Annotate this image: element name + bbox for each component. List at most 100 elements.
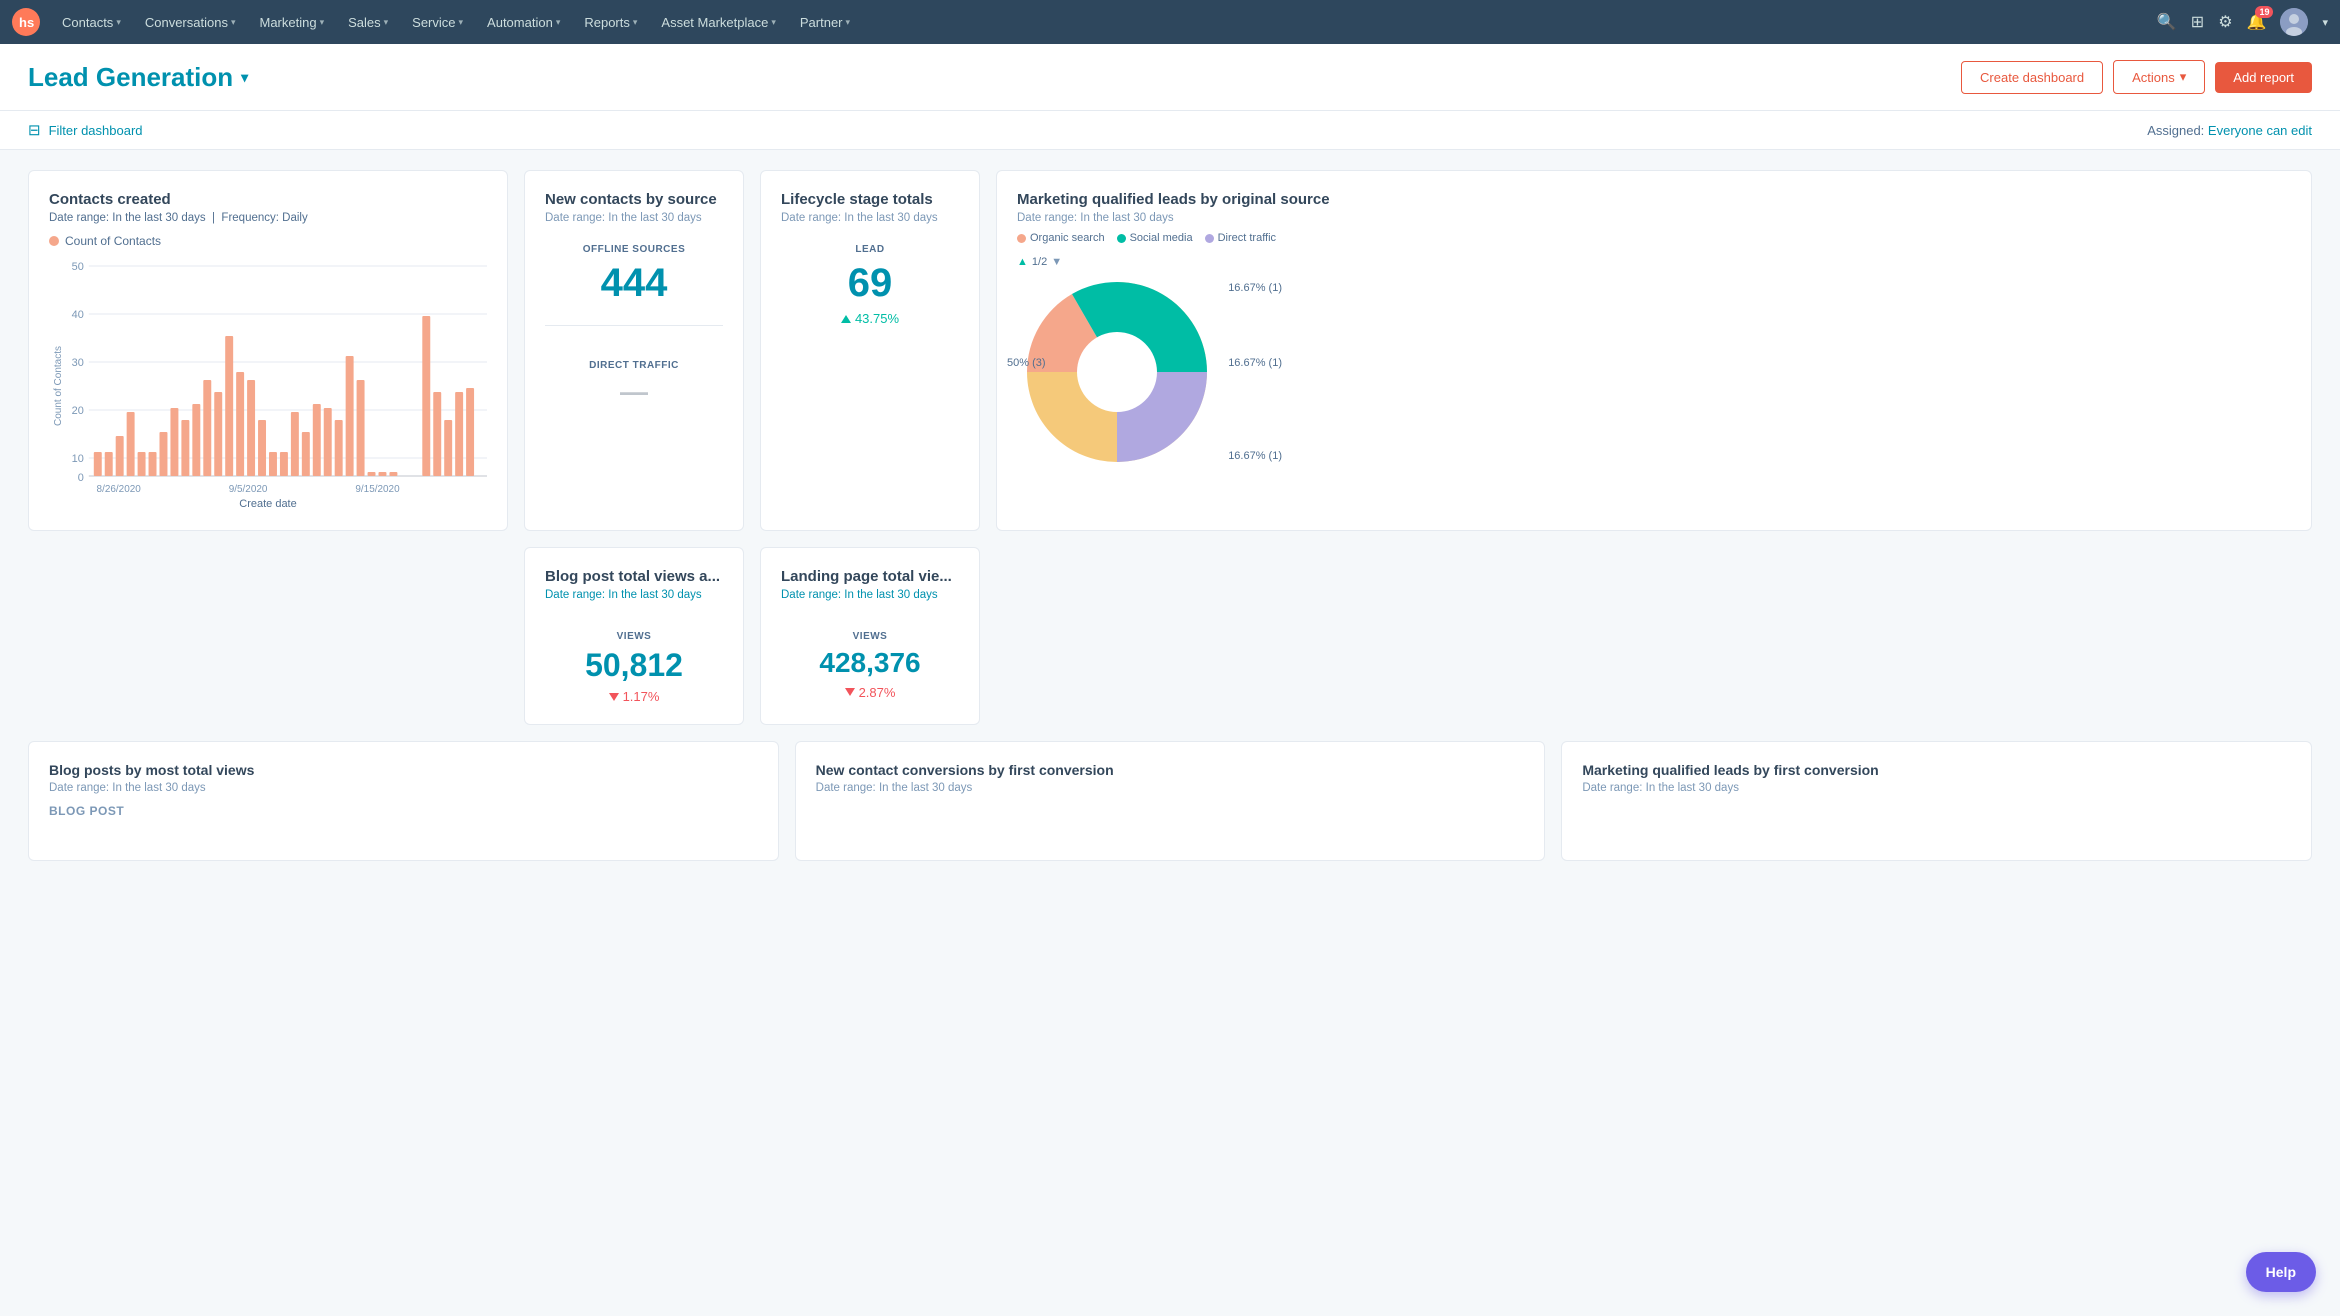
svg-text:hs: hs xyxy=(19,15,34,30)
svg-text:40: 40 xyxy=(72,309,84,321)
contacts-created-subtitle: Date range: In the last 30 days | Freque… xyxy=(49,212,487,224)
nav-item-conversations[interactable]: Conversations ▾ xyxy=(135,11,246,34)
pie-label-top-right: 16.67% (1) xyxy=(1228,282,1282,294)
landing-views-change: 2.87% xyxy=(781,685,959,700)
svg-text:20: 20 xyxy=(72,405,84,417)
mql-original-source-card: Marketing qualified leads by original so… xyxy=(996,170,2312,531)
lifecycle-subtitle: Date range: In the last 30 days xyxy=(781,212,959,224)
lead-value: 69 xyxy=(781,261,959,305)
sales-caret-icon: ▾ xyxy=(384,17,389,28)
nav-item-marketing[interactable]: Marketing ▾ xyxy=(249,11,334,34)
mql-title: Marketing qualified leads by original so… xyxy=(1017,191,2291,208)
assigned-value[interactable]: Everyone can edit xyxy=(2208,123,2312,138)
bottom-conversions-card: New contact conversions by first convers… xyxy=(795,741,1546,861)
page-header: Lead Generation ▾ Create dashboard Actio… xyxy=(0,44,2340,111)
blog-views-value: 50,812 xyxy=(545,648,723,683)
assigned-section: Assigned: Everyone can edit xyxy=(2147,123,2312,138)
search-icon[interactable]: 🔍 xyxy=(2157,12,2177,32)
page-indicator: 1/2 xyxy=(1032,256,1047,268)
landing-page-title: Landing page total vie... xyxy=(781,568,959,585)
actions-button[interactable]: Actions ▾ xyxy=(2113,60,2205,94)
conversations-caret-icon: ▾ xyxy=(231,17,236,28)
contacts-created-card: Contacts created Date range: In the last… xyxy=(28,170,508,531)
svg-text:30: 30 xyxy=(72,357,84,369)
contacts-caret-icon: ▾ xyxy=(116,17,121,28)
title-dropdown-icon: ▾ xyxy=(241,69,248,86)
nav-item-service[interactable]: Service ▾ xyxy=(402,11,473,34)
svg-text:9/15/2020: 9/15/2020 xyxy=(355,484,400,495)
legend-direct-traffic: Direct traffic xyxy=(1205,232,1276,244)
blog-post-title: Blog post total views a... xyxy=(545,568,723,585)
reports-caret-icon: ▾ xyxy=(633,17,638,28)
settings-icon[interactable]: ⚙ xyxy=(2218,12,2232,32)
legend-organic-search: Organic search xyxy=(1017,232,1105,244)
lead-change: 43.75% xyxy=(781,311,959,326)
triangle-down-blog-icon xyxy=(609,693,619,701)
nav-item-asset-marketplace[interactable]: Asset Marketplace ▾ xyxy=(651,11,785,34)
offline-sources-label: OFFLINE SOURCES xyxy=(545,244,723,255)
offline-sources-value: 444 xyxy=(545,261,723,305)
legend-dot-contacts xyxy=(49,236,59,246)
svg-text:50: 50 xyxy=(72,261,84,273)
service-caret-icon: ▾ xyxy=(459,17,464,28)
new-contacts-title: New contacts by source xyxy=(545,191,723,208)
legend-social-media: Social media xyxy=(1117,232,1193,244)
lifecycle-title: Lifecycle stage totals xyxy=(781,191,959,208)
create-dashboard-button[interactable]: Create dashboard xyxy=(1961,61,2103,94)
dashboard-grid: Contacts created Date range: In the last… xyxy=(0,150,2340,881)
blog-views-change: 1.17% xyxy=(545,689,723,704)
notifications-icon[interactable]: 🔔 19 xyxy=(2247,12,2267,32)
landing-page-subtitle: Date range: In the last 30 days xyxy=(781,589,959,601)
user-avatar[interactable] xyxy=(2280,8,2308,36)
actions-caret-icon: ▾ xyxy=(2180,69,2187,85)
lead-label: LEAD xyxy=(781,244,959,255)
notification-badge: 19 xyxy=(2255,6,2273,18)
nav-item-automation[interactable]: Automation ▾ xyxy=(477,11,570,34)
user-menu-caret-icon[interactable]: ▾ xyxy=(2322,16,2328,29)
pie-label-bottom-right: 16.67% (1) xyxy=(1228,450,1282,462)
svg-text:0: 0 xyxy=(78,472,84,484)
bottom-blog-posts-card: Blog posts by most total views Date rang… xyxy=(28,741,779,861)
pie-label-right: 16.67% (1) xyxy=(1228,357,1282,369)
page-title[interactable]: Lead Generation ▾ xyxy=(28,62,248,93)
bottom-blog-title: Blog posts by most total views xyxy=(49,762,758,778)
contacts-created-title: Contacts created xyxy=(49,191,487,208)
svg-text:10: 10 xyxy=(72,453,84,465)
marketplace-icon[interactable]: ⊞ xyxy=(2191,12,2204,32)
triangle-up-nav-icon: ▲ xyxy=(1017,256,1028,268)
landing-views-label: VIEWS xyxy=(781,631,959,642)
new-contacts-source-card: New contacts by source Date range: In th… xyxy=(524,170,744,531)
triangle-down-landing-icon xyxy=(845,688,855,696)
bottom-mql-card: Marketing qualified leads by first conve… xyxy=(1561,741,2312,861)
help-button[interactable]: Help xyxy=(2246,1252,2316,1292)
filter-dashboard-button[interactable]: ⊟ Filter dashboard xyxy=(28,121,143,139)
legend-label-contacts: Count of Contacts xyxy=(65,234,161,248)
bottom-mql-subtitle: Date range: In the last 30 days xyxy=(1582,782,2291,794)
landing-page-views-card: Landing page total vie... Date range: In… xyxy=(760,547,980,725)
blog-post-views-card: Blog post total views a... Date range: I… xyxy=(524,547,744,725)
svg-text:Count of Contacts: Count of Contacts xyxy=(53,346,64,426)
nav-item-contacts[interactable]: Contacts ▾ xyxy=(52,11,131,34)
direct-traffic-value: — xyxy=(545,377,723,408)
nav-logo[interactable]: hs xyxy=(12,8,40,36)
triangle-up-icon xyxy=(841,315,851,323)
filter-icon: ⊟ xyxy=(28,121,41,139)
nav-item-partner[interactable]: Partner ▾ xyxy=(790,11,860,34)
partner-caret-icon: ▾ xyxy=(846,17,851,28)
marketing-caret-icon: ▾ xyxy=(320,17,325,28)
landing-views-value: 428,376 xyxy=(781,648,959,679)
bottom-conversions-title: New contact conversions by first convers… xyxy=(816,762,1525,778)
svg-text:9/5/2020: 9/5/2020 xyxy=(229,484,268,495)
nav-item-reports[interactable]: Reports ▾ xyxy=(574,11,647,34)
new-contacts-subtitle: Date range: In the last 30 days xyxy=(545,212,723,224)
blog-views-label: VIEWS xyxy=(545,631,723,642)
blog-post-subtitle: Date range: In the last 30 days xyxy=(545,589,723,601)
asset-marketplace-caret-icon: ▾ xyxy=(771,17,776,28)
bottom-conversions-subtitle: Date range: In the last 30 days xyxy=(816,782,1525,794)
triangle-down-nav-icon: ▼ xyxy=(1051,256,1062,268)
mql-subtitle: Date range: In the last 30 days xyxy=(1017,212,2291,224)
blog-post-column-label: BLOG POST xyxy=(49,804,758,818)
nav-item-sales[interactable]: Sales ▾ xyxy=(338,11,398,34)
add-report-button[interactable]: Add report xyxy=(2215,62,2312,93)
automation-caret-icon: ▾ xyxy=(556,17,561,28)
